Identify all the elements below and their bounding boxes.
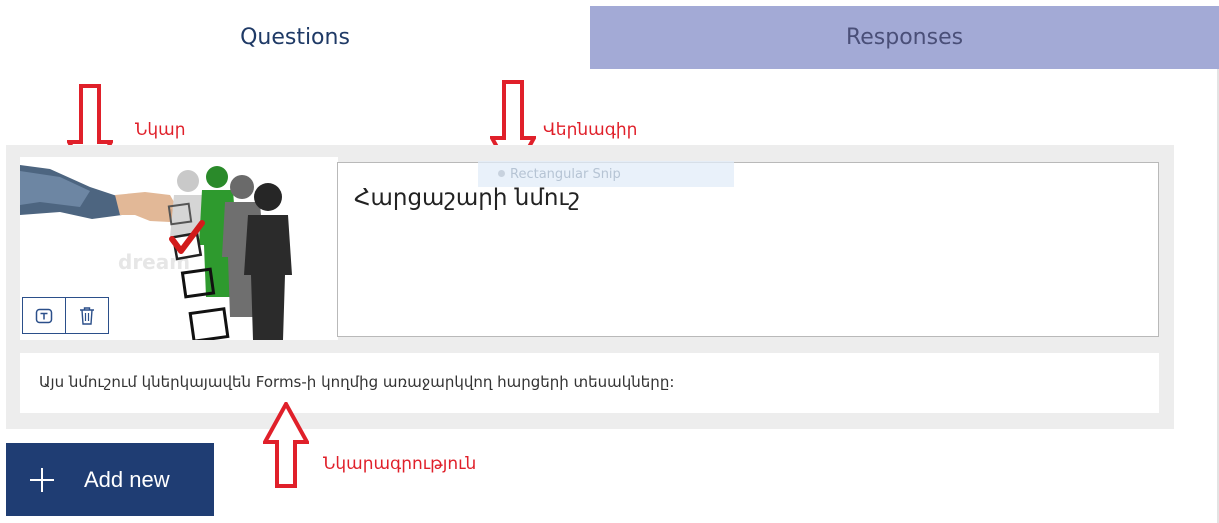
add-new-button[interactable]: Add new xyxy=(6,443,214,516)
image-tools xyxy=(22,297,109,334)
tab-responses[interactable]: Responses xyxy=(590,6,1219,69)
title-annotation-label: Վերնագիր xyxy=(543,120,638,140)
form-description-field[interactable]: Այս նմուշում կներկայավեն Forms-ի կողմից … xyxy=(20,353,1159,413)
trash-icon xyxy=(80,306,94,325)
tab-questions[interactable]: Questions xyxy=(0,6,590,69)
tab-questions-label: Questions xyxy=(240,25,350,50)
image-annotation-label: Նկար xyxy=(135,120,186,140)
tab-responses-label: Responses xyxy=(845,25,964,50)
rectangular-snip-overlay: Rectangular Snip xyxy=(478,161,734,187)
snip-overlay-text: Rectangular Snip xyxy=(510,166,621,182)
add-new-label: Add new xyxy=(84,466,170,492)
header-image[interactable]: dream xyxy=(20,157,338,340)
forms-editor: Questions Responses Նկար Վերնագիր dream xyxy=(0,0,1219,523)
form-description-text: Այս նմուշում կներկայավեն Forms-ի կողմից … xyxy=(39,373,675,391)
snip-dot-icon xyxy=(498,170,505,177)
delete-image-button[interactable] xyxy=(65,297,109,334)
form-title-field[interactable]: Rectangular Snip Հարցաշարի նմուշ xyxy=(337,161,1159,337)
text-box-button[interactable] xyxy=(22,297,66,334)
form-title-text: Հարցաշարի նմուշ xyxy=(354,185,580,211)
description-annotation-arrow xyxy=(263,402,309,488)
text-box-icon xyxy=(35,308,53,323)
watermark-text: dream xyxy=(118,250,190,274)
description-annotation-label: Նկարագրություն xyxy=(323,454,477,474)
plus-icon xyxy=(30,467,54,492)
question-card: dream Rectangular Snip Հարցաշարի նմուշ Ա… xyxy=(6,145,1174,429)
